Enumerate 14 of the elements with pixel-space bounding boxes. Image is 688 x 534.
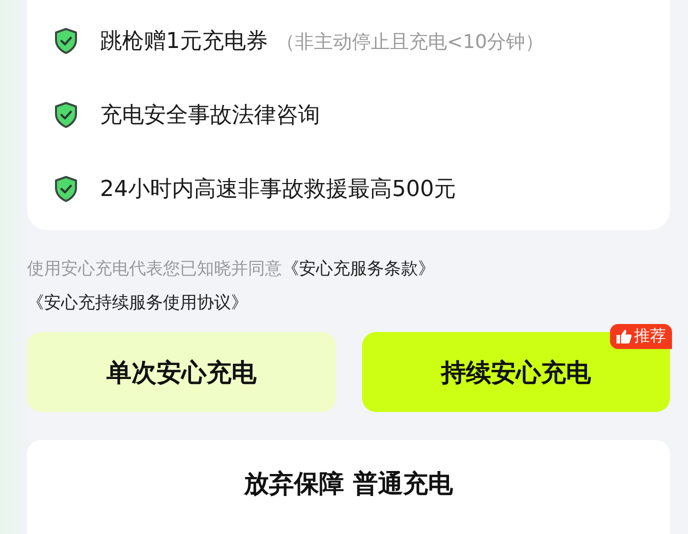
shield-check-icon xyxy=(54,28,78,54)
shield-check-icon xyxy=(54,176,78,202)
consent-text: 使用安心充电代表您已知晓并同意《安心充服务条款》 《安心充持续服务使用协议》 xyxy=(27,258,436,315)
benefit-text: 充电安全事故法律咨询 xyxy=(100,103,320,128)
agreement-link[interactable]: 《安心充持续服务使用协议》 xyxy=(27,293,248,313)
thumbs-up-icon xyxy=(616,329,632,344)
shield-check-icon xyxy=(54,102,78,128)
charge-option-button[interactable]: 单次安心充电 xyxy=(27,332,336,412)
benefit-text: 跳枪赠1元充电券 xyxy=(100,29,268,54)
recommend-badge: 推荐 xyxy=(610,324,672,349)
decline-button[interactable]: 放弃保障 普通充电 xyxy=(27,440,670,534)
benefit-note: （非主动停止且充电<10分钟） xyxy=(276,31,544,53)
agreement-link[interactable]: 《安心充服务条款》 xyxy=(282,259,435,279)
benefit-text: 24小时内高速非事故救援最高500元 xyxy=(100,177,456,202)
